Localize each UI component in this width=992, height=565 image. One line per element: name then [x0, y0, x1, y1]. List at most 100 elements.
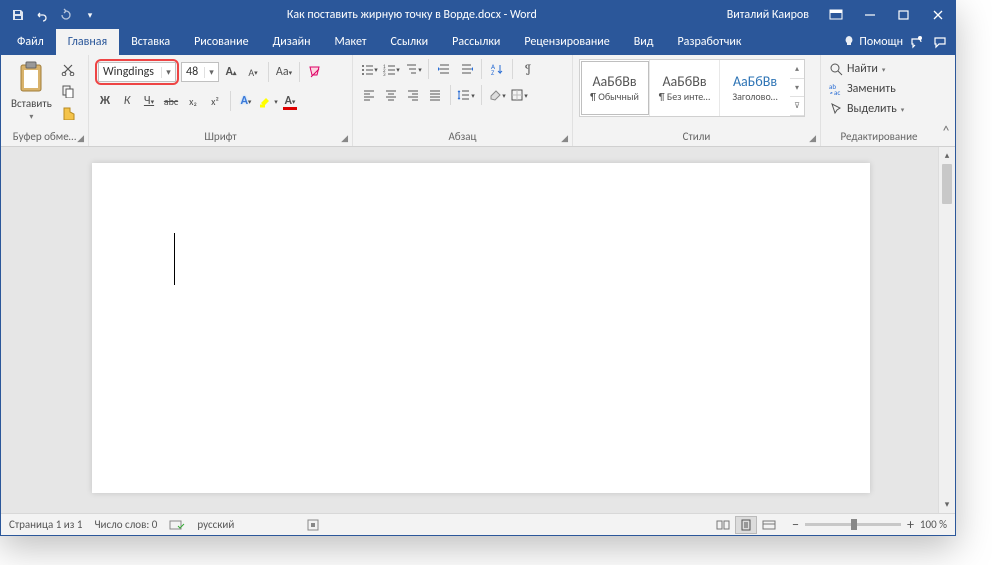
share-icon[interactable] [911, 35, 925, 49]
tell-me[interactable]: Помощн [843, 35, 903, 49]
lightbulb-icon [843, 35, 855, 49]
shrink-font-button[interactable]: A▾ [243, 62, 263, 82]
cut-button[interactable] [58, 59, 78, 79]
tab-insert[interactable]: Вставка [119, 29, 182, 55]
vertical-scrollbar[interactable]: ▴ ▾ [938, 147, 955, 513]
strikethrough-button[interactable]: abc [161, 91, 181, 111]
comments-icon[interactable] [933, 35, 947, 49]
change-case-button[interactable]: Aa▾ [274, 62, 294, 82]
numbering-button[interactable]: 123▾ [381, 59, 401, 79]
paragraph-dialog-launcher-icon[interactable]: ◢ [561, 133, 568, 144]
group-paragraph-label: Абзац [449, 130, 477, 143]
bullets-button[interactable]: ▾ [359, 59, 379, 79]
undo-icon[interactable] [33, 6, 51, 24]
zoom-out-icon[interactable]: − [792, 516, 799, 533]
multilevel-list-button[interactable]: ▾ [403, 59, 423, 79]
maximize-icon[interactable] [887, 1, 921, 29]
align-right-button[interactable] [403, 85, 423, 105]
scroll-track[interactable] [939, 204, 955, 496]
scroll-down-icon[interactable]: ▾ [939, 496, 955, 513]
document-area[interactable]: ▴ ▾ [1, 147, 955, 513]
print-layout-icon[interactable] [735, 516, 757, 534]
tab-mailings[interactable]: Рассылки [440, 29, 512, 55]
paste-button[interactable]: Вставить ▾ [7, 59, 56, 124]
tab-draw[interactable]: Рисование [182, 29, 260, 55]
superscript-button[interactable]: x² [205, 91, 225, 111]
user-name[interactable]: Виталий Каиров [717, 8, 819, 22]
styles-dialog-launcher-icon[interactable]: ◢ [809, 133, 816, 144]
font-dialog-launcher-icon[interactable]: ◢ [341, 133, 348, 144]
tab-references[interactable]: Ссылки [379, 29, 441, 55]
chevron-down-icon[interactable]: ▾ [161, 67, 175, 78]
style-scroll-down-icon[interactable]: ▾ [790, 79, 804, 98]
tab-developer[interactable]: Разработчик [665, 29, 753, 55]
copy-button[interactable] [58, 81, 78, 101]
language[interactable]: русский [197, 518, 234, 531]
chevron-down-icon[interactable]: ▾ [204, 67, 218, 78]
save-icon[interactable] [9, 6, 27, 24]
spellcheck-icon[interactable] [169, 518, 185, 532]
zoom-in-icon[interactable]: + [907, 516, 914, 533]
replace-button[interactable]: abac Заменить [827, 79, 898, 99]
zoom-knob[interactable] [851, 519, 857, 530]
show-marks-button[interactable]: ¶ [518, 59, 538, 79]
bold-button[interactable]: Ж [95, 91, 115, 111]
grow-font-button[interactable]: A▴ [221, 62, 241, 82]
word-count[interactable]: Число слов: 0 [94, 518, 157, 531]
minimize-icon[interactable] [853, 1, 887, 29]
scroll-thumb[interactable] [942, 164, 952, 204]
decrease-indent-button[interactable] [434, 59, 454, 79]
quick-access-toolbar: ▾ [1, 6, 107, 24]
page[interactable] [92, 163, 870, 493]
subscript-button[interactable]: x₂ [183, 91, 203, 111]
tab-file[interactable]: Файл [5, 29, 56, 55]
highlight-button[interactable]: ▾ [258, 91, 278, 111]
clear-formatting-button[interactable] [305, 62, 325, 82]
align-left-button[interactable] [359, 85, 379, 105]
clipboard-icon [16, 61, 46, 95]
style-scroll-more-icon[interactable]: ⊽ [790, 97, 804, 116]
borders-button[interactable]: ▾ [509, 85, 529, 105]
align-center-button[interactable] [381, 85, 401, 105]
ribbon-display-icon[interactable] [819, 1, 853, 29]
style-normal[interactable]: АаБбВв ¶ Обычный [580, 60, 650, 116]
find-button[interactable]: Найти▾ [827, 59, 887, 79]
tab-layout[interactable]: Макет [323, 29, 379, 55]
close-icon[interactable] [921, 1, 955, 29]
tab-view[interactable]: Вид [622, 29, 666, 55]
style-scroll-up-icon[interactable]: ▴ [790, 60, 804, 79]
read-mode-icon[interactable] [712, 516, 734, 534]
web-layout-icon[interactable] [758, 516, 780, 534]
text-effects-button[interactable]: A▾ [236, 91, 256, 111]
justify-button[interactable] [425, 85, 445, 105]
styles-gallery[interactable]: АаБбВв ¶ Обычный АаБбВв ¶ Без инте… АаБб… [579, 59, 805, 117]
styles-scroll[interactable]: ▴ ▾ ⊽ [790, 60, 804, 116]
scroll-up-icon[interactable]: ▴ [939, 147, 955, 164]
increase-indent-button[interactable] [456, 59, 476, 79]
select-button[interactable]: Выделить▾ [827, 99, 906, 119]
italic-button[interactable]: К [117, 91, 137, 111]
zoom-level[interactable]: 100 % [920, 518, 947, 531]
macro-icon[interactable] [306, 518, 320, 532]
redo-icon[interactable] [57, 6, 75, 24]
page-count[interactable]: Страница 1 из 1 [9, 518, 82, 531]
qat-customize-icon[interactable]: ▾ [81, 6, 99, 24]
font-color-button[interactable]: A▾ [280, 91, 300, 111]
zoom-slider[interactable] [805, 523, 901, 526]
group-paragraph: ▾ 123▾ ▾ AZ ¶ ▾ [353, 55, 573, 146]
tab-review[interactable]: Рецензирование [512, 29, 621, 55]
underline-button[interactable]: Ч▾ [139, 91, 159, 111]
tab-design[interactable]: Дизайн [261, 29, 323, 55]
style-heading1[interactable]: АаБбВв Заголово… [720, 60, 790, 116]
tab-home[interactable]: Главная [56, 29, 119, 55]
format-painter-button[interactable] [58, 103, 78, 123]
font-name-combo[interactable]: Wingdings ▾ [98, 62, 176, 82]
line-spacing-button[interactable]: ▾ [456, 85, 476, 105]
sort-button[interactable]: AZ [487, 59, 507, 79]
shading-button[interactable]: ▾ [487, 85, 507, 105]
style-no-spacing[interactable]: АаБбВв ¶ Без инте… [650, 60, 720, 116]
collapse-ribbon-icon[interactable]: ˄ [937, 55, 955, 146]
clipboard-dialog-launcher-icon[interactable]: ◢ [77, 133, 84, 144]
font-size-combo[interactable]: 48 ▾ [181, 62, 219, 82]
replace-icon: abac [829, 82, 843, 96]
